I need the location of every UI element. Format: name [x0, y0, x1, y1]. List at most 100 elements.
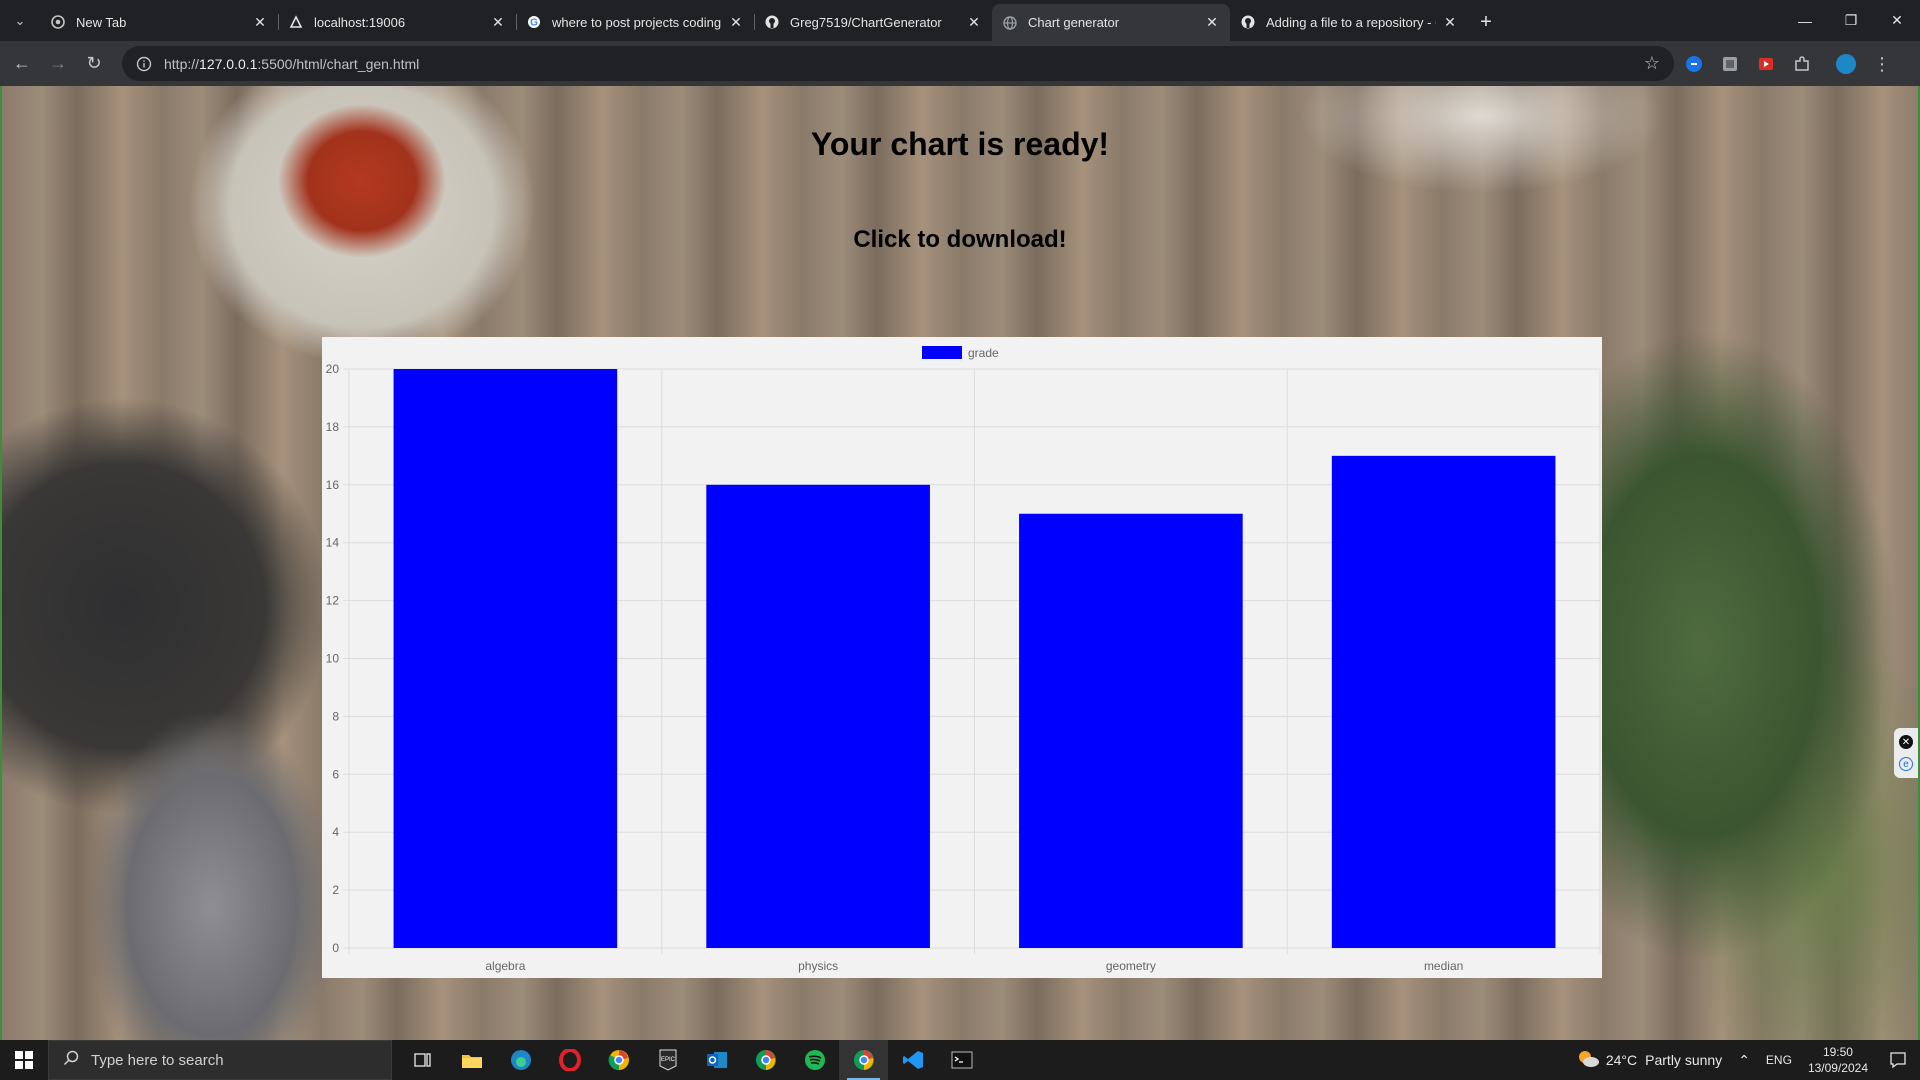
x-tick-label: median [1424, 959, 1463, 973]
browser-tab-strip: ⌄ New Tab ✕ localhost:19006 ✕ G where to… [0, 0, 1920, 41]
svg-text:G: G [530, 18, 538, 29]
tab-title: where to post projects coding - [552, 14, 722, 30]
url-path: :5500/html/chart_gen.html [257, 55, 420, 72]
y-tick-label: 10 [326, 652, 340, 666]
download-prompt[interactable]: Click to download! [2, 226, 1918, 254]
opera-icon[interactable] [545, 1040, 594, 1080]
restore-icon[interactable]: ❐ [1828, 0, 1874, 41]
task-view-icon[interactable] [398, 1040, 447, 1080]
address-bar[interactable]: http://127.0.0.1:5500/html/chart_gen.htm… [122, 46, 1674, 81]
clock-date: 13/09/2024 [1807, 1061, 1868, 1075]
bar-chart: 0 2 4 6 8 10 12 14 16 18 20 algebra physics geometry m… [326, 346, 1601, 973]
tab-chart-generator[interactable]: Chart generator ✕ [992, 4, 1230, 41]
y-tick-label: 6 [332, 767, 339, 781]
site-info-icon[interactable] [134, 54, 154, 74]
terminal-icon[interactable] [937, 1040, 986, 1080]
new-tab-plus-icon[interactable]: + [1468, 5, 1504, 39]
minimize-icon[interactable]: — [1782, 0, 1828, 41]
y-tick-label: 4 [332, 825, 339, 839]
extensions-area: ⋮ [1680, 41, 1896, 86]
y-tick-label: 18 [326, 420, 340, 434]
taskbar-apps: EPIC [398, 1040, 986, 1080]
windows-taskbar: Type here to search EPIC 24°C Partly sun… [0, 1040, 1920, 1080]
google-icon: G [526, 14, 542, 30]
taskbar-search-box[interactable]: Type here to search [48, 1040, 392, 1080]
tab-github-adding-file[interactable]: Adding a file to a repository - G ✕ [1230, 5, 1468, 39]
clock-time: 19:50 [1822, 1045, 1853, 1059]
tab-new-tab[interactable]: New Tab ✕ [40, 5, 278, 39]
x-tick-label: physics [798, 959, 838, 973]
weather-widget[interactable]: 24°C Partly sunny [1568, 1040, 1730, 1080]
y-tick-label: 0 [332, 941, 339, 955]
reload-icon[interactable]: ↻ [76, 46, 112, 82]
tab-google-search[interactable]: G where to post projects coding - ✕ [516, 5, 754, 39]
browser-toolbar: ← → ↻ http://127.0.0.1:5500/html/chart_g… [0, 41, 1920, 86]
tab-title: Adding a file to a repository - G [1266, 14, 1436, 30]
extensions-puzzle-icon[interactable] [1788, 50, 1816, 78]
notifications-icon[interactable] [1876, 1040, 1920, 1080]
extension-red-icon[interactable] [1752, 50, 1780, 78]
close-icon[interactable]: ✕ [490, 14, 506, 30]
url-host: 127.0.0.1 [199, 55, 258, 72]
language-indicator[interactable]: ENG [1758, 1040, 1800, 1080]
close-icon[interactable]: ✕ [1442, 14, 1458, 30]
legend-swatch[interactable] [922, 346, 962, 359]
x-tick-label: algebra [485, 959, 525, 973]
close-icon[interactable]: ✕ [252, 14, 268, 30]
y-tick-label: 12 [326, 594, 340, 608]
chrome-icon[interactable] [741, 1040, 790, 1080]
clock[interactable]: 19:50 13/09/2024 [1800, 1040, 1876, 1080]
bar-physics[interactable] [706, 484, 930, 948]
file-explorer-icon[interactable] [447, 1040, 496, 1080]
chrome-active-icon[interactable] [839, 1040, 888, 1080]
spotify-icon[interactable] [790, 1040, 839, 1080]
close-icon[interactable]: ✕ [728, 14, 744, 30]
chrome-icon [50, 14, 66, 30]
y-tick-label: 20 [326, 362, 340, 376]
extension-gray-icon[interactable] [1716, 50, 1744, 78]
github-icon [1240, 14, 1256, 30]
bar-geometry[interactable] [1019, 513, 1243, 948]
bar-algebra[interactable] [393, 369, 618, 948]
tab-github-chartgenerator[interactable]: Greg7519/ChartGenerator ✕ [754, 5, 992, 39]
legend-label[interactable]: grade [968, 346, 999, 360]
y-tick-label: 14 [326, 536, 340, 550]
windows-start-icon[interactable] [0, 1040, 48, 1080]
vscode-icon[interactable] [888, 1040, 937, 1080]
close-icon[interactable]: ✕ [966, 14, 982, 30]
tab-title: localhost:19006 [314, 14, 406, 30]
profile-avatar-icon[interactable] [1832, 50, 1860, 78]
github-icon [764, 14, 780, 30]
page-viewport: Your chart is ready! Click to download! … [0, 86, 1920, 1040]
globe-icon [1002, 15, 1018, 31]
tab-search-chevron-icon[interactable]: ⌄ [0, 0, 40, 41]
forward-arrow-icon[interactable]: → [40, 46, 76, 82]
close-circle-icon[interactable]: ✕ [1899, 735, 1913, 749]
page-title: Your chart is ready! [810, 126, 1110, 162]
bar-median[interactable] [1331, 455, 1556, 948]
tab-localhost[interactable]: localhost:19006 ✕ [278, 5, 516, 39]
back-arrow-icon[interactable]: ← [4, 46, 40, 82]
close-window-icon[interactable]: ✕ [1874, 0, 1920, 41]
bookmark-star-icon[interactable]: ☆ [1644, 53, 1660, 74]
chart-canvas[interactable]: 0 2 4 6 8 10 12 14 16 18 20 algebra physics geometry m… [322, 337, 1602, 978]
epic-games-icon[interactable]: EPIC [643, 1040, 692, 1080]
partly-sunny-icon [1576, 1049, 1600, 1072]
search-placeholder: Type here to search [91, 1051, 224, 1069]
edge-icon[interactable] [496, 1040, 545, 1080]
tab-title: Greg7519/ChartGenerator [790, 14, 942, 30]
chrome-canary-icon[interactable] [594, 1040, 643, 1080]
tab-title: New Tab [76, 14, 127, 30]
expo-icon [288, 14, 304, 30]
copyright-circle-icon[interactable]: e [1899, 757, 1913, 771]
url-text: http://127.0.0.1:5500/html/chart_gen.htm… [164, 56, 419, 72]
y-tick-label: 2 [332, 883, 339, 897]
more-vertical-icon[interactable]: ⋮ [1868, 50, 1896, 78]
outlook-icon[interactable] [692, 1040, 741, 1080]
extension-blue-icon[interactable] [1680, 50, 1708, 78]
search-icon [63, 1050, 79, 1070]
system-tray: 24°C Partly sunny ⌃ ENG 19:50 13/09/2024 [1568, 1040, 1920, 1080]
show-hidden-icons-chevron-icon[interactable]: ⌃ [1730, 1040, 1758, 1080]
window-controls: — ❐ ✕ [1782, 0, 1920, 41]
close-icon[interactable]: ✕ [1204, 14, 1220, 31]
